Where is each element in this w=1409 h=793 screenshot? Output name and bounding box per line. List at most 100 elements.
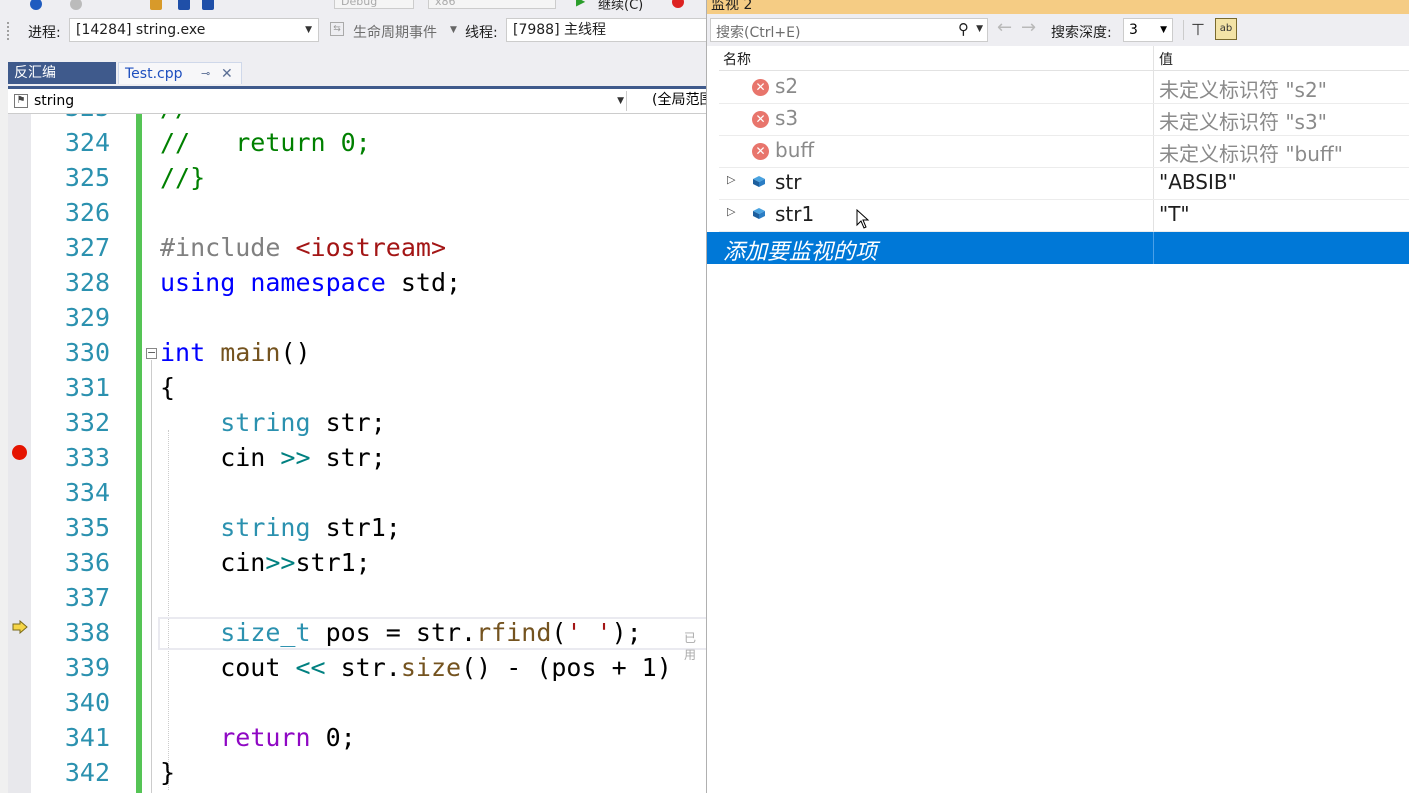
line-number: 330 [64,338,110,367]
save-all-icon[interactable] [202,0,214,10]
watch-name: s3 [775,106,799,130]
forward-icon[interactable] [70,0,82,10]
code-line[interactable]: string str1; [160,510,401,545]
tab-test-cpp[interactable]: Test.cpp ⊸ ✕ [118,62,242,84]
watch-name: buff [775,138,815,162]
line-number: 331 [64,373,110,402]
line-number: 341 [64,723,110,752]
watch-row[interactable]: ▷ str1 "T" [719,199,1409,232]
chevron-down-icon: ▼ [305,25,312,35]
inline-hint: 已用 [684,631,697,662]
watch-grid: 名称 值 ✕ s2 未定义标识符 "s2" ✕ s3 未定义标识符 "s3" ✕… [707,46,1409,793]
chevron-down-icon: ▼ [450,25,457,35]
lifecycle-events-button[interactable]: 生命周期事件 [353,22,437,42]
close-icon[interactable]: ✕ [221,63,233,85]
add-watch-item-row[interactable]: 添加要监视的项 [707,232,1409,265]
expand-icon[interactable]: ▷ [727,205,735,218]
code-line[interactable]: { [160,370,175,405]
navigation-bar: ⚑ string ▼ (全局范围) [8,89,719,114]
code-line[interactable]: cin>>str1; [160,545,371,580]
hex-display-icon[interactable]: ab [1215,18,1237,40]
line-number: 338 [64,618,110,647]
line-number: 337 [64,583,110,612]
chevron-down-icon: ▼ [1160,25,1167,35]
watch-value: 未定义标识符 "buff" [1159,142,1343,166]
line-number: 328 [64,268,110,297]
code-line[interactable]: // return 0; [160,125,371,160]
line-number: 342 [64,758,110,787]
platform-combo[interactable]: x86 [428,0,556,9]
watch-search-box[interactable]: 搜索(Ctrl+E) ⚲ ▼ [710,18,988,42]
watch-name: s2 [775,74,799,98]
line-number: 340 [64,688,110,717]
column-header-value[interactable]: 值 [1159,49,1173,69]
search-placeholder: 搜索(Ctrl+E) [716,25,801,41]
change-tracking-bar [136,114,142,793]
expand-icon[interactable]: ▷ [727,173,735,186]
code-line[interactable]: #include <iostream> [160,230,446,265]
search-depth-combo[interactable]: 3 ▼ [1123,18,1173,42]
debug-location-bar: 进程: [14284] string.exe ▼ ⇆ 生命周期事件 ▼ 线程: … [0,13,706,48]
watch-row[interactable]: ▷ str "ABSIB" [719,167,1409,200]
code-line[interactable]: int main() [160,335,311,370]
pin-icon[interactable]: ⊸ [201,63,210,85]
code-line[interactable]: return 0; [160,720,355,755]
continue-icon[interactable]: ▶ [576,0,585,8]
thread-combo[interactable]: [7988] 主线程 [506,18,706,42]
project-scope-value: string [34,93,75,109]
code-line[interactable]: } [160,755,175,790]
breakpoint-icon[interactable] [12,445,27,460]
collapse-toggle[interactable]: − [146,347,157,359]
pin-icon[interactable]: ⊤ [1191,20,1205,39]
chevron-down-icon: ▼ [617,96,624,106]
code-editor[interactable]: − 325 // 324 // return 0; 325 //} 326 327 #inclu… [8,114,706,793]
mouse-cursor-icon [856,209,870,229]
search-depth-value: 3 [1129,22,1138,38]
thread-label: 线程: [465,25,498,41]
column-divider [1153,232,1154,264]
watch-row[interactable]: ✕ s3 未定义标识符 "s3" [719,103,1409,136]
search-depth-label: 搜索深度: [1051,25,1112,41]
document-tab-strip: 反汇编 Test.cpp ⊸ ✕ [0,48,706,88]
back-icon[interactable] [30,0,42,10]
lifecycle-icon: ⇆ [330,22,344,36]
watch-value: "T" [1159,202,1190,226]
process-label: 进程: [28,25,61,41]
line-number: 339 [64,653,110,682]
save-icon[interactable] [178,0,190,10]
code-line[interactable]: cin >> str; [160,440,386,475]
watch-title-bar[interactable]: 监视 2 [707,0,1409,14]
search-icon[interactable]: ⚲ [958,20,969,38]
code-line[interactable]: size_t pos = str.rfind(' '); [160,615,641,650]
process-combo[interactable]: [14284] string.exe ▼ [69,18,319,42]
code-line[interactable]: cout << str.size() - (pos + 1) [160,650,672,685]
code-line[interactable]: // [160,114,190,125]
column-header-name[interactable]: 名称 [723,49,751,69]
toolbar-grip[interactable] [6,21,10,41]
object-icon [753,176,765,187]
watch-toolbar: 搜索(Ctrl+E) ⚲ ▼ ← → 搜索深度: 3 ▼ ⊤ ab [707,14,1409,46]
watch-row[interactable]: ✕ buff 未定义标识符 "buff" [719,135,1409,168]
project-scope-dropdown[interactable]: ⚑ string ▼ [12,90,624,112]
stop-icon[interactable] [672,0,684,8]
search-previous-icon[interactable]: ← [997,17,1012,38]
code-line[interactable]: using namespace std; [160,265,461,300]
nav-divider [626,91,627,111]
tab-disassembly[interactable]: 反汇编 [8,62,116,84]
line-number: 325 [48,114,110,125]
continue-button[interactable]: 继续(C) [598,0,643,13]
line-number: 325 [64,163,110,192]
chevron-down-icon[interactable]: ▼ [976,24,983,34]
code-line[interactable]: //} [160,160,205,195]
watch-name: str1 [775,202,815,226]
open-file-icon[interactable] [150,0,162,10]
instruction-pointer-icon[interactable] [12,620,28,634]
search-next-icon[interactable]: → [1021,17,1036,38]
code-line[interactable]: string str; [160,405,386,440]
line-number: 335 [64,513,110,542]
line-number: 326 [64,198,110,227]
watch-row[interactable]: ✕ s2 未定义标识符 "s2" [719,71,1409,104]
config-combo[interactable]: Debug [334,0,414,9]
watch-value: "ABSIB" [1159,170,1237,194]
watch-value: 未定义标识符 "s2" [1159,78,1327,102]
